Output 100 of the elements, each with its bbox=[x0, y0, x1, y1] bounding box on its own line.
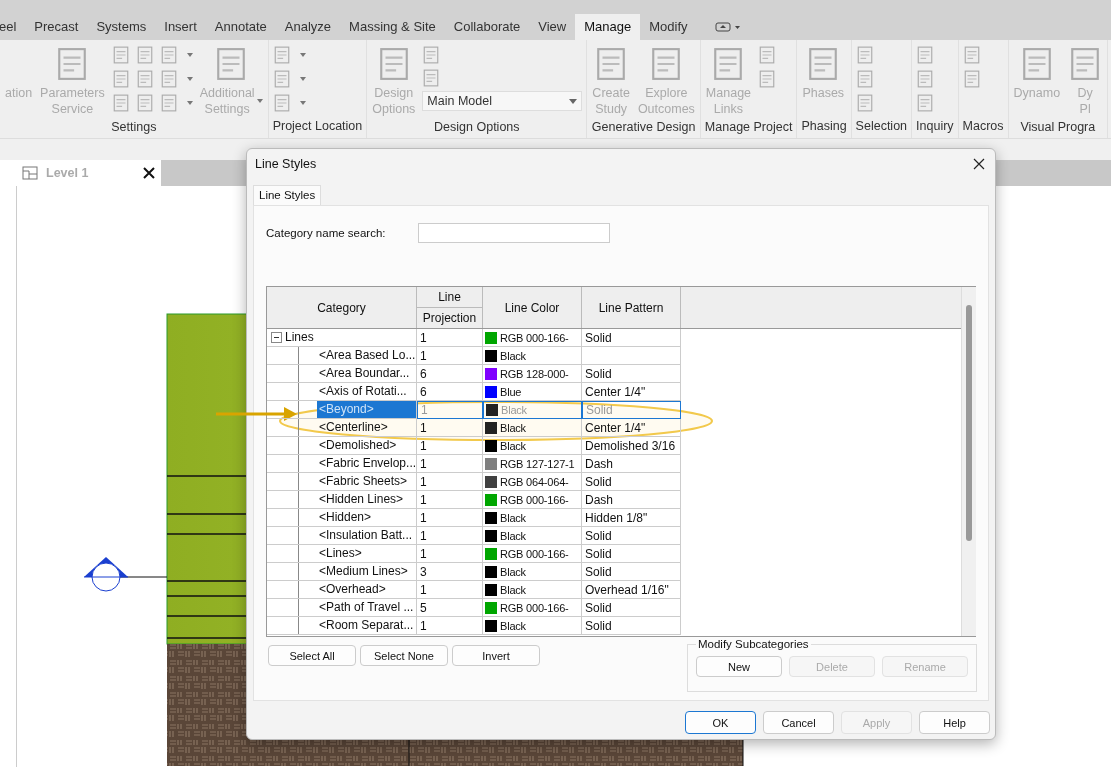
column-header[interactable]: Line Pattern bbox=[582, 287, 681, 328]
table-cell[interactable]: Overhead 1/16" bbox=[582, 581, 681, 599]
dialog-tab[interactable]: Line Styles bbox=[253, 185, 322, 205]
color-name: Black bbox=[500, 583, 526, 596]
panel-title: Settings bbox=[110, 119, 158, 136]
category-name[interactable]: <Hidden> bbox=[317, 509, 374, 526]
category-name[interactable]: <Fabric Sheets> bbox=[317, 473, 410, 490]
ribbon-tab[interactable]: eel bbox=[0, 14, 26, 40]
panel-title: Visual Progra bbox=[1019, 119, 1097, 136]
color-name: Black bbox=[500, 439, 526, 452]
color-name: Black bbox=[500, 511, 526, 524]
ribbon-tab[interactable]: Collaborate bbox=[444, 14, 530, 40]
color-name: RGB 127-127-1 bbox=[500, 457, 575, 470]
panel-title: Inquiry bbox=[916, 118, 954, 135]
panel-title: Phasing bbox=[801, 118, 847, 135]
category-name[interactable]: Lines bbox=[285, 329, 316, 346]
table-cell[interactable]: Center 1/4" bbox=[582, 383, 681, 401]
category-name[interactable]: <Fabric Envelop... bbox=[317, 455, 416, 472]
table-cell[interactable]: Dash bbox=[582, 455, 681, 473]
column-header[interactable]: Category bbox=[267, 287, 417, 328]
table-cell[interactable]: Hidden 1/8" bbox=[582, 509, 681, 527]
ribbon-tab[interactable]: Massing & Site bbox=[340, 14, 445, 40]
ribbon-tab[interactable]: Manage bbox=[575, 14, 641, 40]
category-name[interactable]: <Area Boundar... bbox=[317, 365, 412, 382]
table-cell[interactable]: 1 bbox=[417, 347, 483, 365]
table-cell[interactable]: 1 bbox=[417, 527, 483, 545]
column-header[interactable]: Line Color bbox=[483, 287, 582, 328]
table-cell[interactable]: 1 bbox=[417, 545, 483, 563]
table-cell[interactable]: 1 bbox=[417, 473, 483, 491]
category-name[interactable]: <Area Based Lo... bbox=[317, 347, 416, 364]
table-cell[interactable]: 5 bbox=[417, 599, 483, 617]
category-name[interactable]: <Lines> bbox=[317, 545, 364, 562]
table-cell[interactable]: Solid bbox=[582, 545, 681, 563]
ribbon-tab[interactable]: View bbox=[529, 14, 576, 40]
group-title: Modify Subcategories bbox=[697, 638, 810, 650]
color-name: RGB 064-064- bbox=[500, 475, 569, 488]
table-cell[interactable]: 1 bbox=[417, 419, 483, 437]
column-header: Line bbox=[417, 287, 483, 308]
button[interactable]: Cancel bbox=[763, 711, 834, 734]
table-cell[interactable]: 3 bbox=[417, 563, 483, 581]
color-name: Black bbox=[500, 349, 526, 362]
category-name[interactable]: <Medium Lines> bbox=[317, 563, 410, 580]
ribbon-tab[interactable]: Annotate bbox=[205, 14, 276, 40]
table-cell[interactable]: 6 bbox=[417, 383, 483, 401]
panel-title: Generative Design bbox=[591, 119, 696, 136]
table-cell[interactable]: 1 bbox=[417, 329, 483, 347]
table-cell[interactable]: Solid bbox=[582, 365, 681, 383]
category-name[interactable]: <Room Separat... bbox=[317, 617, 416, 634]
table-cell[interactable]: Center 1/4" bbox=[582, 419, 681, 437]
table-cell[interactable]: 6 bbox=[417, 365, 483, 383]
color-name: RGB 000-166- bbox=[500, 493, 569, 506]
ribbon-tab[interactable]: Insert bbox=[155, 14, 206, 40]
category-name[interactable]: <Insulation Batt... bbox=[317, 527, 415, 544]
ribbon-tab[interactable]: Precast bbox=[25, 14, 88, 40]
color-name: RGB 000-166- bbox=[500, 601, 569, 614]
color-name: RGB 128-000- bbox=[500, 367, 569, 380]
category-name[interactable]: <Axis of Rotati... bbox=[317, 383, 409, 400]
table-cell[interactable]: 1 bbox=[417, 617, 483, 635]
ribbon-tab[interactable]: Systems bbox=[87, 14, 156, 40]
table-cell[interactable]: 1 bbox=[417, 581, 483, 599]
button[interactable]: Select None bbox=[360, 645, 448, 666]
color-name: Black bbox=[501, 404, 527, 416]
table-cell[interactable]: Solid bbox=[582, 563, 681, 581]
category-name[interactable]: <Beyond> bbox=[317, 401, 416, 418]
panel-title: Project Location bbox=[272, 118, 363, 135]
button[interactable]: Help bbox=[919, 711, 990, 734]
dropdown[interactable]: Main Model bbox=[422, 91, 583, 111]
table-cell[interactable]: 1 bbox=[417, 491, 483, 509]
table-cell[interactable]: 1 bbox=[417, 509, 483, 527]
column-header[interactable]: Projection bbox=[417, 308, 483, 328]
view-title: Level 1 bbox=[46, 166, 90, 180]
color-name: RGB 000-166- bbox=[500, 547, 569, 560]
button[interactable]: Select All bbox=[268, 645, 356, 666]
panel-title: Selection bbox=[855, 118, 908, 135]
table-cell[interactable]: Solid bbox=[582, 329, 681, 347]
ribbon-tab[interactable]: Analyze bbox=[275, 14, 341, 40]
table-cell[interactable]: 1 bbox=[417, 437, 483, 455]
button[interactable]: OK bbox=[685, 711, 756, 734]
category-name[interactable]: <Hidden Lines> bbox=[317, 491, 406, 508]
category-name[interactable]: <Overhead> bbox=[317, 581, 388, 598]
table-cell[interactable]: 1 bbox=[417, 455, 483, 473]
table-cell[interactable]: Solid bbox=[582, 527, 681, 545]
button[interactable]: New bbox=[696, 656, 782, 677]
category-name[interactable]: <Demolished> bbox=[317, 437, 399, 454]
button[interactable]: Invert bbox=[452, 645, 540, 666]
category-name[interactable]: <Centerline> bbox=[317, 419, 390, 436]
color-name: Black bbox=[500, 619, 526, 632]
dialog-title: Line Styles bbox=[255, 157, 317, 171]
table-cell[interactable]: Dash bbox=[582, 491, 681, 509]
table-cell[interactable]: Solid bbox=[582, 617, 681, 635]
panel-title: Manage Project bbox=[704, 119, 793, 136]
table-cell[interactable]: Demolished 3/16 bbox=[582, 437, 681, 455]
category-name[interactable]: <Path of Travel ... bbox=[317, 599, 416, 616]
search-label: Category name search: bbox=[266, 227, 386, 239]
table-cell[interactable]: Solid bbox=[582, 473, 681, 491]
color-name: Black bbox=[500, 565, 526, 578]
table-cell[interactable]: Solid bbox=[582, 599, 681, 617]
color-name: Blue bbox=[500, 385, 522, 398]
ribbon-tab[interactable]: Modify bbox=[640, 14, 697, 40]
panel-title: Macros bbox=[962, 118, 1004, 135]
